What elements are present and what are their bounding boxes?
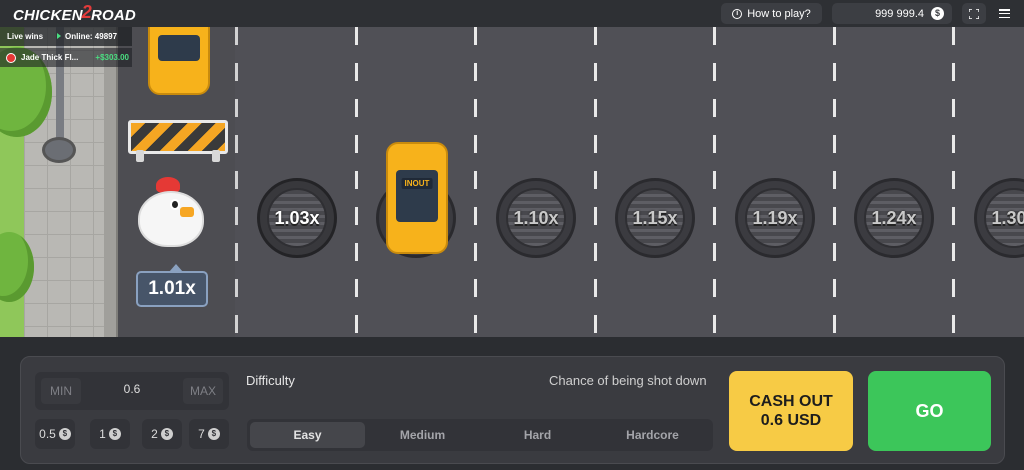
manhole-multiplier[interactable]: 1.15x [615, 178, 695, 258]
dollar-coin-icon: $ [58, 428, 71, 440]
dollar-coin-icon: $ [108, 428, 121, 440]
lane-divider [235, 27, 238, 337]
bet-amount-input: MIN 0.6 MAX [35, 372, 229, 410]
game-scene: 1.03x 1.10x 1.15x 1.19x 1.24x 1.30x INOU… [0, 27, 1024, 337]
road-barrier [128, 120, 228, 154]
dollar-coin-icon: $ [160, 428, 173, 440]
lane-divider [833, 27, 836, 337]
curb [104, 27, 118, 337]
taxi-sign: INOUT [401, 178, 433, 189]
street-lamp-base [42, 137, 76, 163]
winner-amount: +$303.00 [95, 53, 129, 62]
difficulty-easy[interactable]: Easy [250, 422, 365, 448]
balance-value: 999 999.4 [875, 7, 924, 20]
bet-chip-button[interactable]: 2 $ [142, 419, 182, 449]
manhole-multiplier[interactable]: 1.30x [974, 178, 1024, 258]
go-button[interactable]: GO [868, 371, 991, 451]
logo-number: 2 [81, 2, 92, 22]
fullscreen-icon [969, 8, 979, 19]
bet-chip-button[interactable]: 0.5 $ [35, 419, 75, 449]
live-wins-label: Live wins [7, 32, 44, 41]
dollar-coin-icon: $ [931, 7, 944, 20]
info-icon: i [732, 8, 743, 19]
fullscreen-button[interactable] [962, 3, 986, 24]
cash-out-button[interactable]: CASH OUT 0.6 USD [729, 371, 853, 451]
lane-divider [594, 27, 597, 337]
avatar [6, 52, 16, 63]
cash-out-label: CASH OUT [749, 393, 833, 410]
cash-out-amount: 0.6 USD [760, 412, 822, 429]
manhole-multiplier[interactable]: 1.03x [257, 178, 337, 258]
difficulty-medium[interactable]: Medium [365, 422, 480, 448]
live-wins-header: Live wins Online: 49897 [0, 27, 132, 46]
top-bar: CHICKEN2ROAD i How to play? 999 999.4 $ [0, 0, 1024, 27]
live-wins-overlay: Live wins Online: 49897 Jade Thick Fl...… [0, 27, 132, 71]
menu-button[interactable] [992, 3, 1016, 24]
chicken-player [134, 175, 208, 249]
taxi-car-top [148, 27, 210, 95]
hamburger-menu-icon [998, 9, 1010, 18]
control-panel: MIN 0.6 MAX 0.5 $ 1 $ 2 $ 7 $ Difficulty Cha… [20, 356, 1005, 464]
game-app: CHICKEN2ROAD i How to play? 999 999.4 $ [0, 0, 1024, 470]
lane-divider [952, 27, 955, 337]
difficulty-hardcore[interactable]: Hardcore [595, 422, 710, 448]
max-bet-button[interactable]: MAX [183, 378, 223, 404]
barrier-leg [212, 150, 220, 162]
taxi-car: INOUT [386, 142, 448, 254]
current-multiplier-badge: 1.01x [136, 264, 208, 307]
balance-display: 999 999.4 $ [832, 3, 952, 24]
winner-name: Jade Thick Fl... [21, 53, 79, 62]
online-count: Online: 49897 [57, 32, 117, 41]
how-to-play-button[interactable]: i How to play? [721, 3, 822, 24]
manhole-multiplier[interactable]: 1.24x [854, 178, 934, 258]
game-logo: CHICKEN2ROAD [13, 2, 136, 25]
manhole-multiplier[interactable]: 1.19x [735, 178, 815, 258]
lane-divider [355, 27, 358, 337]
bet-chip-button[interactable]: 1 $ [90, 419, 130, 449]
barrier-leg [136, 150, 144, 162]
chance-label: Chance of being shot down [549, 373, 707, 388]
logo-text-left: CHICKEN [13, 7, 83, 24]
online-indicator-icon [57, 33, 62, 39]
dollar-coin-icon: $ [207, 428, 220, 440]
manhole-multiplier[interactable]: 1.10x [496, 178, 576, 258]
live-win-item: Jade Thick Fl... +$303.00 [0, 48, 132, 67]
lane-divider [474, 27, 477, 337]
lane-divider [713, 27, 716, 337]
difficulty-hard[interactable]: Hard [480, 422, 595, 448]
difficulty-selector: Easy Medium Hard Hardcore [247, 419, 713, 451]
logo-text-right: ROAD [90, 7, 136, 24]
how-to-play-label: How to play? [747, 7, 811, 20]
bet-chip-button[interactable]: 7 $ [189, 419, 229, 449]
difficulty-label: Difficulty [246, 373, 295, 388]
